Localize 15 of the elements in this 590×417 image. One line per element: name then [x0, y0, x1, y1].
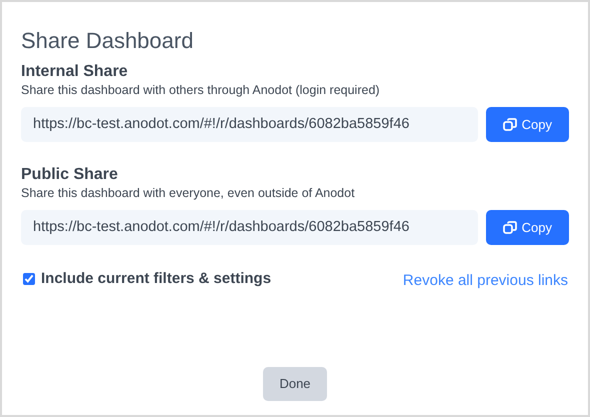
filters-checkbox[interactable]	[23, 273, 35, 286]
copy-button[interactable]: Copy	[486, 107, 569, 142]
copy-icon	[502, 220, 517, 234]
done-button[interactable]: Done	[263, 367, 327, 401]
copy-button[interactable]: Copy	[486, 210, 569, 245]
section-title: Public Share	[21, 165, 119, 185]
revoke-link[interactable]: Revoke all previous links	[402, 270, 568, 292]
section-title: Internal Share	[21, 62, 129, 82]
section-description: Share this dashboard with others through Anodot (login required)	[21, 82, 381, 98]
url-field[interactable]: https://bc-test.anodot.com/#!/r/dashboards/6082ba5859f46	[21, 107, 478, 142]
url-field[interactable]: https://bc-test.anodot.com/#!/r/dashboards/6082ba5859f46	[21, 210, 478, 245]
section-description: Share this dashboard with everyone, even outside of Anodot	[21, 185, 356, 201]
copy-icon	[502, 118, 517, 132]
checkbox-label: Include current filters & settings	[41, 269, 272, 289]
dialog-title: Share Dashboard	[21, 27, 194, 55]
